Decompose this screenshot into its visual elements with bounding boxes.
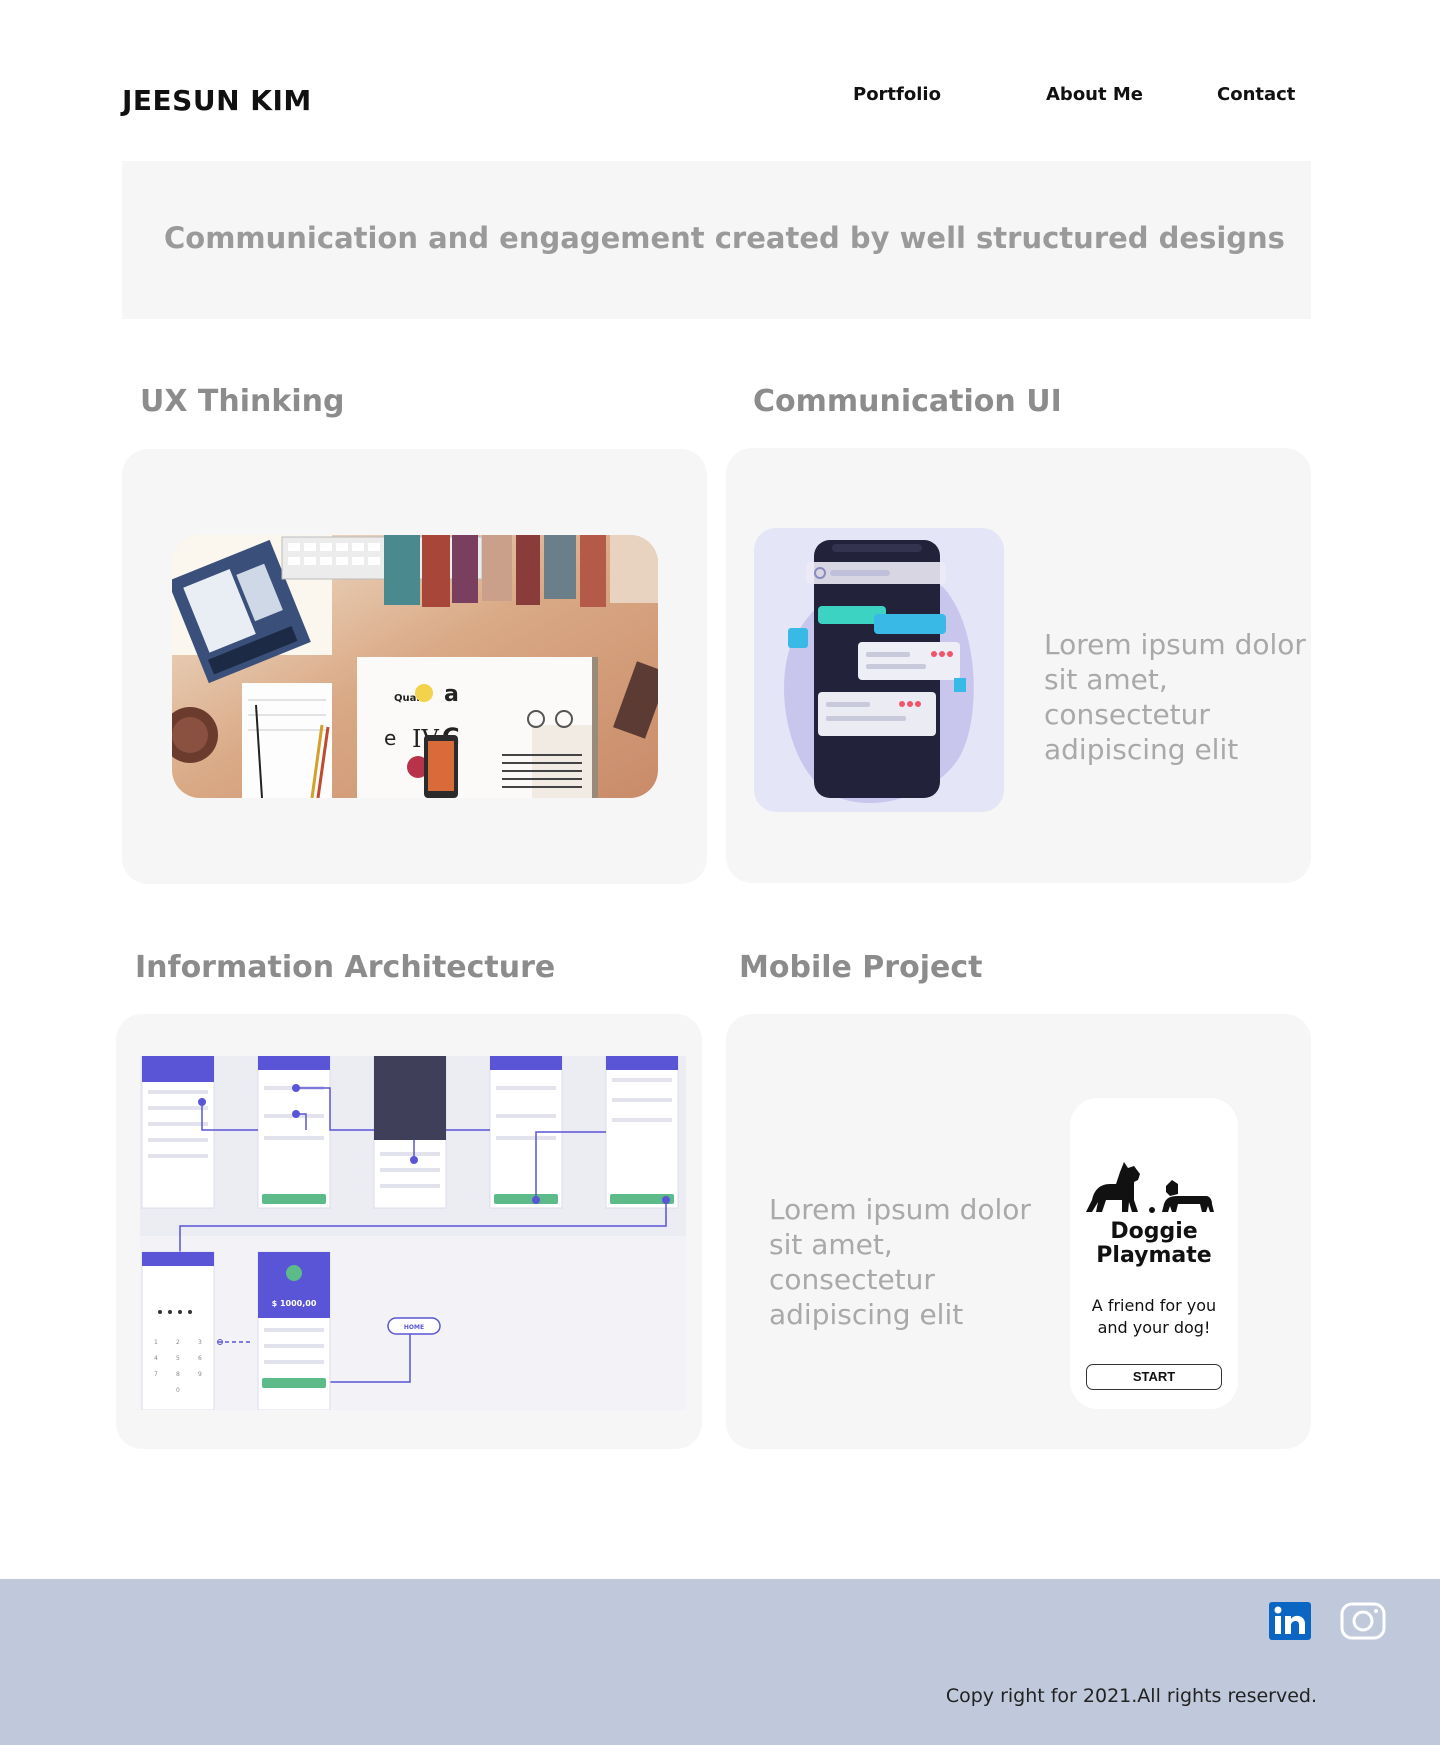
svg-text:1: 1: [154, 1339, 158, 1346]
svg-text:4: 4: [154, 1355, 158, 1362]
nav-portfolio[interactable]: Portfolio: [853, 84, 941, 105]
doggie-start-button[interactable]: START: [1086, 1364, 1222, 1390]
doggie-subtitle-line: A friend for you: [1091, 1296, 1217, 1315]
information-architecture-card[interactable]: 1 2 3 4 5 6 7 8 9 0 $ 1000,00 HOME: [116, 1014, 702, 1449]
section-title-communication-ui: Communication UI: [753, 384, 1062, 419]
instagram-icon[interactable]: [1340, 1602, 1386, 1640]
linkedin-icon[interactable]: [1269, 1602, 1311, 1640]
description-line: adipiscing elit: [1044, 733, 1239, 766]
ia-amount-label: $ 1000,00: [272, 1299, 317, 1308]
dogs-silhouette-icon: [1086, 1162, 1214, 1213]
hero-tagline: Communication and engagement created by …: [164, 221, 1285, 255]
doggie-playmate-mockup: Doggie Playmate A friend for you and you…: [1070, 1098, 1238, 1409]
description-line: consectetur: [1044, 698, 1210, 731]
mobile-project-card[interactable]: Lorem ipsum dolor sit amet, consectetur …: [726, 1014, 1311, 1449]
description-line: sit amet,: [769, 1228, 893, 1261]
description-line: Lorem ipsum dolor: [1044, 628, 1306, 661]
section-title-information-architecture: Information Architecture: [135, 950, 556, 985]
svg-text:3: 3: [198, 1339, 202, 1346]
doggie-title: Doggie Playmate: [1070, 1220, 1238, 1268]
brand-logo[interactable]: JEESUN KIM: [122, 84, 312, 117]
footer: Copy right for 2021.All rights reserved.: [0, 1579, 1440, 1745]
description-line: consectetur: [769, 1263, 935, 1296]
copyright-text: Copy right for 2021.All rights reserved.: [945, 1685, 1317, 1707]
ux-thinking-card[interactable]: Quark a e IV C: [122, 449, 707, 884]
svg-text:2: 2: [176, 1339, 180, 1346]
doggie-title-line: Doggie: [1110, 1219, 1198, 1244]
nav-contact[interactable]: Contact: [1217, 84, 1295, 105]
communication-ui-description: Lorem ipsum dolor sit amet, consectetur …: [1044, 627, 1311, 767]
doggie-subtitle: A friend for you and your dog!: [1070, 1295, 1238, 1339]
description-line: adipiscing elit: [769, 1298, 964, 1331]
svg-text:a: a: [444, 682, 459, 707]
nav-about-me[interactable]: About Me: [1046, 84, 1143, 105]
communication-ui-card[interactable]: Lorem ipsum dolor sit amet, consectetur …: [726, 448, 1311, 883]
mobile-project-description: Lorem ipsum dolor sit amet, consectetur …: [769, 1192, 1039, 1332]
chat-app-illustration: [754, 528, 1004, 812]
section-title-mobile-project: Mobile Project: [739, 950, 983, 985]
svg-text:6: 6: [198, 1355, 202, 1362]
desk-photo-image: Quark a e IV C: [172, 535, 658, 798]
user-flow-diagram: 1 2 3 4 5 6 7 8 9 0 $ 1000,00 HOME: [140, 1056, 686, 1410]
hero-banner: Communication and engagement created by …: [122, 161, 1311, 319]
section-title-ux-thinking: UX Thinking: [140, 384, 345, 419]
doggie-subtitle-line: and your dog!: [1097, 1318, 1211, 1337]
svg-text:9: 9: [198, 1371, 202, 1378]
svg-text:e: e: [384, 726, 396, 750]
ia-home-label: HOME: [404, 1324, 424, 1331]
svg-text:7: 7: [154, 1371, 158, 1378]
svg-text:5: 5: [176, 1355, 180, 1362]
svg-text:0: 0: [176, 1387, 180, 1394]
description-line: sit amet,: [1044, 663, 1168, 696]
description-line: Lorem ipsum dolor: [769, 1193, 1031, 1226]
svg-text:8: 8: [176, 1371, 180, 1378]
doggie-title-line: Playmate: [1096, 1243, 1212, 1268]
